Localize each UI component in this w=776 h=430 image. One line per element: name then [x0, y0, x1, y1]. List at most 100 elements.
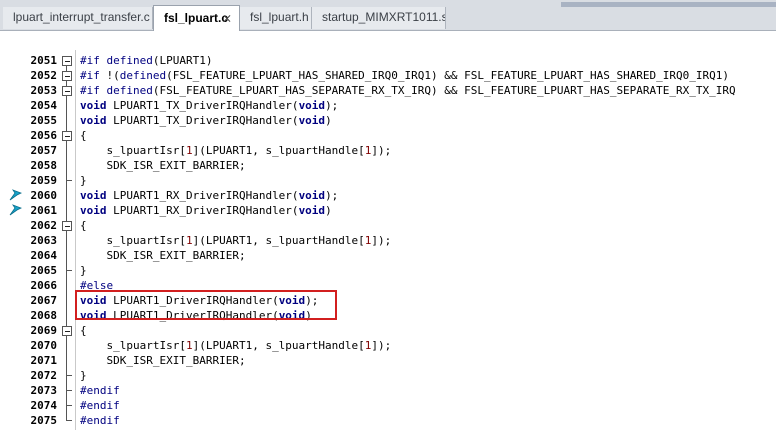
code-line[interactable]: 2070 s_lpuartIsr[1](LPUART1, s_lpuartHan…: [0, 338, 776, 353]
code-text[interactable]: {: [80, 218, 87, 233]
tab-label: fsl_lpuart.c: [164, 11, 229, 25]
code-text[interactable]: void LPUART1_TX_DriverIRQHandler(void): [80, 113, 332, 128]
code-text[interactable]: #endif: [80, 398, 120, 413]
bookmark-icon[interactable]: [9, 189, 23, 202]
tab-startup-mimxrt1011[interactable]: startup_MIMXRT1011.s: [312, 7, 446, 29]
line-number: 2074: [30, 399, 58, 412]
code-line[interactable]: 2074 #endif: [0, 398, 776, 413]
code-line[interactable]: 2058 SDK_ISR_EXIT_BARRIER;: [0, 158, 776, 173]
line-number: 2070: [30, 339, 58, 352]
code-line[interactable]: 2065}: [0, 263, 776, 278]
line-number: 2069: [30, 324, 58, 337]
code-text[interactable]: SDK_ISR_EXIT_BARRIER;: [80, 158, 245, 173]
line-number: 2063: [30, 234, 58, 247]
code-text[interactable]: s_lpuartIsr[1](LPUART1, s_lpuartHandle[1…: [80, 143, 391, 158]
tab-fsl-lpuart-h[interactable]: fsl_lpuart.h: [240, 7, 312, 29]
line-number: 2068: [30, 309, 58, 322]
line-number: 2064: [30, 249, 58, 262]
fold-line-icon: [61, 338, 72, 353]
fold-line-icon: [61, 248, 72, 263]
code-line[interactable]: 2054 void LPUART1_TX_DriverIRQHandler(voi…: [0, 98, 776, 113]
line-number: 2060: [30, 189, 58, 202]
bookmark-icon[interactable]: [9, 204, 23, 217]
code-text[interactable]: #endif: [80, 413, 120, 428]
code-text[interactable]: #if defined(LPUART1): [80, 53, 212, 68]
code-line[interactable]: 2059}: [0, 173, 776, 188]
fold-line-icon: [61, 278, 72, 293]
code-text[interactable]: }: [80, 263, 87, 278]
close-icon[interactable]: ⨯: [222, 6, 232, 30]
code-line[interactable]: 2051 #if defined(LPUART1): [0, 53, 776, 68]
line-number: 2051: [30, 54, 58, 67]
fold-line-icon: [61, 158, 72, 173]
code-line[interactable]: 2072}: [0, 368, 776, 383]
line-number: 2052: [30, 69, 58, 82]
code-text[interactable]: }: [80, 368, 87, 383]
fold-line-icon: [61, 113, 72, 128]
fold-line-icon: [61, 353, 72, 368]
line-number: 2073: [30, 384, 58, 397]
fold-line-icon: [61, 383, 72, 398]
fold-toggle-icon[interactable]: [61, 323, 72, 338]
code-line[interactable]: 2064 SDK_ISR_EXIT_BARRIER;: [0, 248, 776, 263]
line-number: 2056: [30, 129, 58, 142]
fold-line-icon: [61, 263, 72, 278]
fold-line-icon: [61, 203, 72, 218]
tab-label: startup_MIMXRT1011.s: [322, 10, 446, 24]
code-text[interactable]: #if defined(FSL_FEATURE_LPUART_HAS_SEPAR…: [80, 83, 736, 98]
line-number: 2067: [30, 294, 58, 307]
line-number: 2071: [30, 354, 58, 367]
code-line[interactable]: 2060 void LPUART1_RX_DriverIRQHandler(voi…: [0, 188, 776, 203]
code-line[interactable]: 2052 #if !(defined(FSL_FEATURE_LPUART_HAS…: [0, 68, 776, 83]
code-editor[interactable]: 2051 #if defined(LPUART1) 2052 #if !(define…: [0, 50, 776, 430]
fold-line-icon: [61, 173, 72, 188]
code-line[interactable]: 2057 s_lpuartIsr[1](LPUART1, s_lpuartHan…: [0, 143, 776, 158]
line-number: 2055: [30, 114, 58, 127]
tab-bar-scroll-area: [561, 2, 776, 7]
fold-toggle-icon[interactable]: [61, 128, 72, 143]
code-text[interactable]: s_lpuartIsr[1](LPUART1, s_lpuartHandle[1…: [80, 338, 391, 353]
fold-line-icon: [61, 188, 72, 203]
code-line[interactable]: 2071 SDK_ISR_EXIT_BARRIER;: [0, 353, 776, 368]
code-text[interactable]: void LPUART1_RX_DriverIRQHandler(void): [80, 203, 332, 218]
code-text[interactable]: #if !(defined(FSL_FEATURE_LPUART_HAS_SHA…: [80, 68, 729, 83]
line-number: 2075: [30, 414, 58, 427]
tab-label: lpuart_interrupt_transfer.c: [13, 10, 150, 24]
code-text[interactable]: void LPUART1_TX_DriverIRQHandler(void);: [80, 98, 338, 113]
code-line[interactable]: 2075 #endif: [0, 413, 776, 428]
fold-toggle-icon[interactable]: [61, 83, 72, 98]
code-text[interactable]: {: [80, 323, 87, 338]
fold-line-icon: [61, 233, 72, 248]
fold-line-icon: [61, 98, 72, 113]
fold-line-icon: [61, 398, 72, 413]
editor-tab-bar: lpuart_interrupt_transfer.c fsl_lpuart.c…: [0, 0, 776, 31]
code-line[interactable]: 2056 {: [0, 128, 776, 143]
line-number: 2054: [30, 99, 58, 112]
editor-header-strip: [0, 31, 776, 51]
fold-toggle-icon[interactable]: [61, 218, 72, 233]
code-text[interactable]: SDK_ISR_EXIT_BARRIER;: [80, 248, 245, 263]
code-line[interactable]: 2055 void LPUART1_TX_DriverIRQHandler(voi…: [0, 113, 776, 128]
code-line[interactable]: 2063 s_lpuartIsr[1](LPUART1, s_lpuartHan…: [0, 233, 776, 248]
fold-line-icon: [61, 143, 72, 158]
line-number: 2061: [30, 204, 58, 217]
line-number: 2059: [30, 174, 58, 187]
code-line[interactable]: 2053 #if defined(FSL_FEATURE_LPUART_HAS_S…: [0, 83, 776, 98]
line-number: 2053: [30, 84, 58, 97]
fold-toggle-icon[interactable]: [61, 53, 72, 68]
code-line[interactable]: 2061 void LPUART1_RX_DriverIRQHandler(voi…: [0, 203, 776, 218]
code-text[interactable]: {: [80, 128, 87, 143]
code-line[interactable]: 2069 {: [0, 323, 776, 338]
code-text[interactable]: s_lpuartIsr[1](LPUART1, s_lpuartHandle[1…: [80, 233, 391, 248]
code-line[interactable]: 2073 #endif: [0, 383, 776, 398]
code-text[interactable]: }: [80, 173, 87, 188]
fold-toggle-icon[interactable]: [61, 68, 72, 83]
code-line[interactable]: 2062 {: [0, 218, 776, 233]
code-text[interactable]: void LPUART1_RX_DriverIRQHandler(void);: [80, 188, 338, 203]
tab-lpuart-interrupt-transfer[interactable]: lpuart_interrupt_transfer.c: [3, 7, 153, 29]
code-text[interactable]: SDK_ISR_EXIT_BARRIER;: [80, 353, 245, 368]
code-text[interactable]: #endif: [80, 383, 120, 398]
line-number: 2066: [30, 279, 58, 292]
tab-fsl-lpuart-c[interactable]: fsl_lpuart.c ⨯: [153, 5, 240, 31]
line-number: 2062: [30, 219, 58, 232]
